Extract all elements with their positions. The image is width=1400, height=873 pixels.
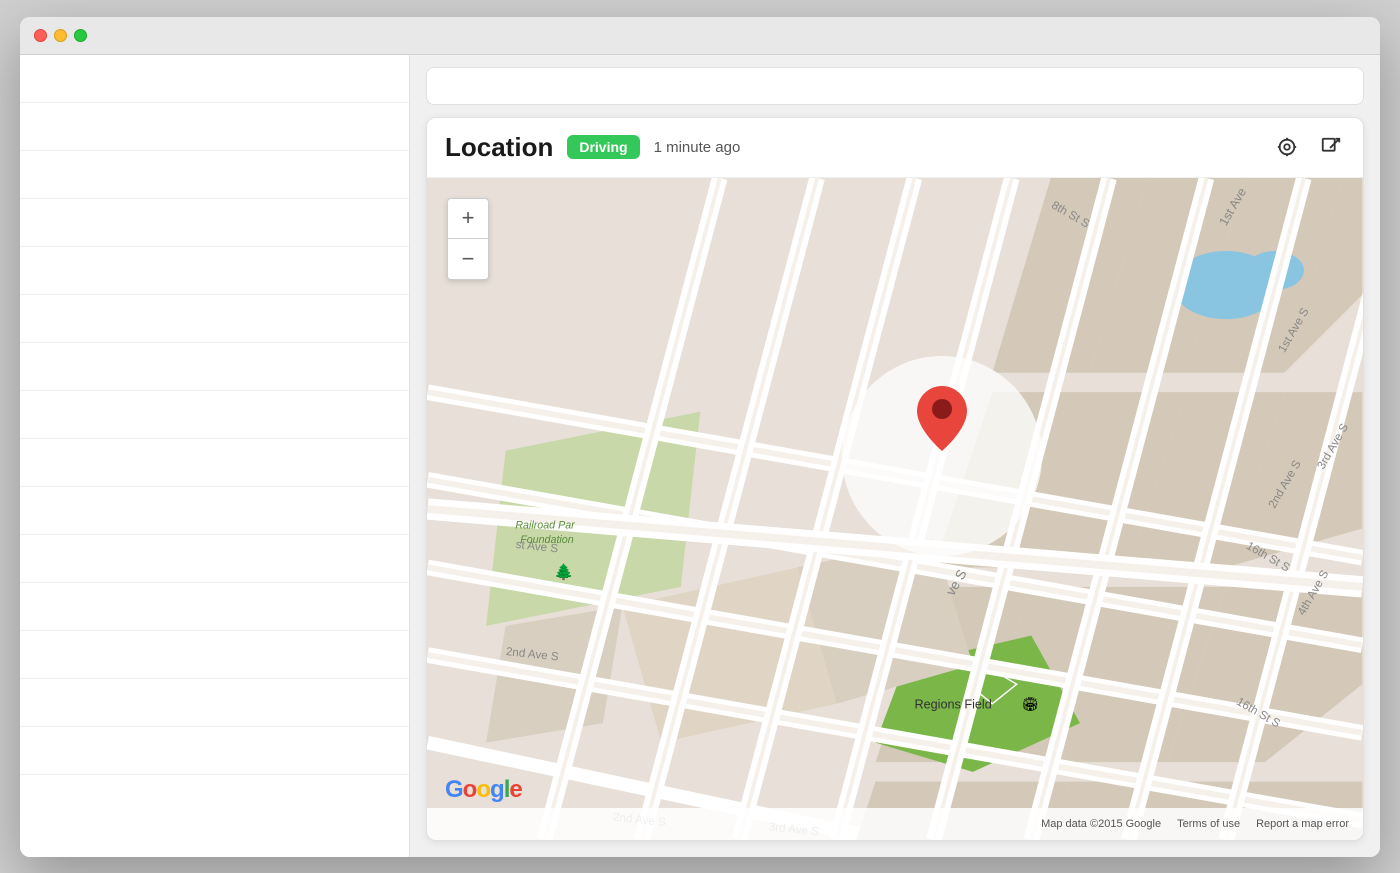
timestamp: 1 minute ago xyxy=(654,139,1273,156)
map-container[interactable]: 1st Ave 1st Ave S 2nd Ave S 3rd Ave S 4t… xyxy=(427,178,1363,840)
content-area: Location Driving 1 minute ago xyxy=(20,55,1380,857)
map-data-text: Map data ©2015 Google xyxy=(1041,818,1161,830)
svg-text:Railroad Par: Railroad Par xyxy=(515,519,575,531)
list-item[interactable] xyxy=(20,391,409,439)
svg-text:Foundation: Foundation xyxy=(520,534,574,546)
search-bar[interactable] xyxy=(426,67,1364,105)
search-bar-area xyxy=(410,55,1380,117)
google-logo: Google xyxy=(445,776,522,804)
google-o2: o xyxy=(476,776,490,803)
terms-link[interactable]: Terms of use xyxy=(1177,818,1240,830)
sidebar-rows xyxy=(20,55,409,857)
list-item[interactable] xyxy=(20,679,409,727)
list-item[interactable] xyxy=(20,487,409,535)
list-item[interactable] xyxy=(20,295,409,343)
header-icons xyxy=(1273,133,1345,161)
zoom-out-button[interactable]: − xyxy=(448,239,488,279)
list-item[interactable] xyxy=(20,151,409,199)
list-item[interactable] xyxy=(20,439,409,487)
traffic-lights xyxy=(34,29,87,42)
report-link[interactable]: Report a map error xyxy=(1256,818,1349,830)
list-item[interactable] xyxy=(20,535,409,583)
locate-icon[interactable] xyxy=(1273,133,1301,161)
sidebar xyxy=(20,55,410,857)
google-g1: G xyxy=(445,776,463,803)
minimize-button[interactable] xyxy=(54,29,67,42)
list-item[interactable] xyxy=(20,247,409,295)
google-e: e xyxy=(509,776,521,803)
location-card: Location Driving 1 minute ago xyxy=(426,117,1364,841)
svg-text:🌲: 🌲 xyxy=(554,562,573,581)
driving-badge: Driving xyxy=(567,135,639,159)
location-header: Location Driving 1 minute ago xyxy=(427,118,1363,178)
location-title: Location xyxy=(445,132,553,163)
list-item[interactable] xyxy=(20,343,409,391)
map-footer: Map data ©2015 Google Terms of use Repor… xyxy=(427,808,1363,840)
google-o1: o xyxy=(463,776,477,803)
list-item[interactable] xyxy=(20,631,409,679)
zoom-controls: + − xyxy=(447,198,489,280)
zoom-in-button[interactable]: + xyxy=(448,199,488,239)
list-item[interactable] xyxy=(20,199,409,247)
svg-text:🏟: 🏟 xyxy=(1022,696,1039,711)
app-window: Location Driving 1 minute ago xyxy=(20,17,1380,857)
list-item[interactable] xyxy=(20,55,409,103)
external-link-icon[interactable] xyxy=(1317,133,1345,161)
maximize-button[interactable] xyxy=(74,29,87,42)
svg-text:Regions Field: Regions Field xyxy=(914,697,991,711)
titlebar xyxy=(20,17,1380,55)
list-item[interactable] xyxy=(20,103,409,151)
main-content: Location Driving 1 minute ago xyxy=(410,55,1380,857)
list-item[interactable] xyxy=(20,727,409,775)
map-pin xyxy=(917,386,967,456)
list-item[interactable] xyxy=(20,583,409,631)
close-button[interactable] xyxy=(34,29,47,42)
google-g2: g xyxy=(490,776,504,803)
